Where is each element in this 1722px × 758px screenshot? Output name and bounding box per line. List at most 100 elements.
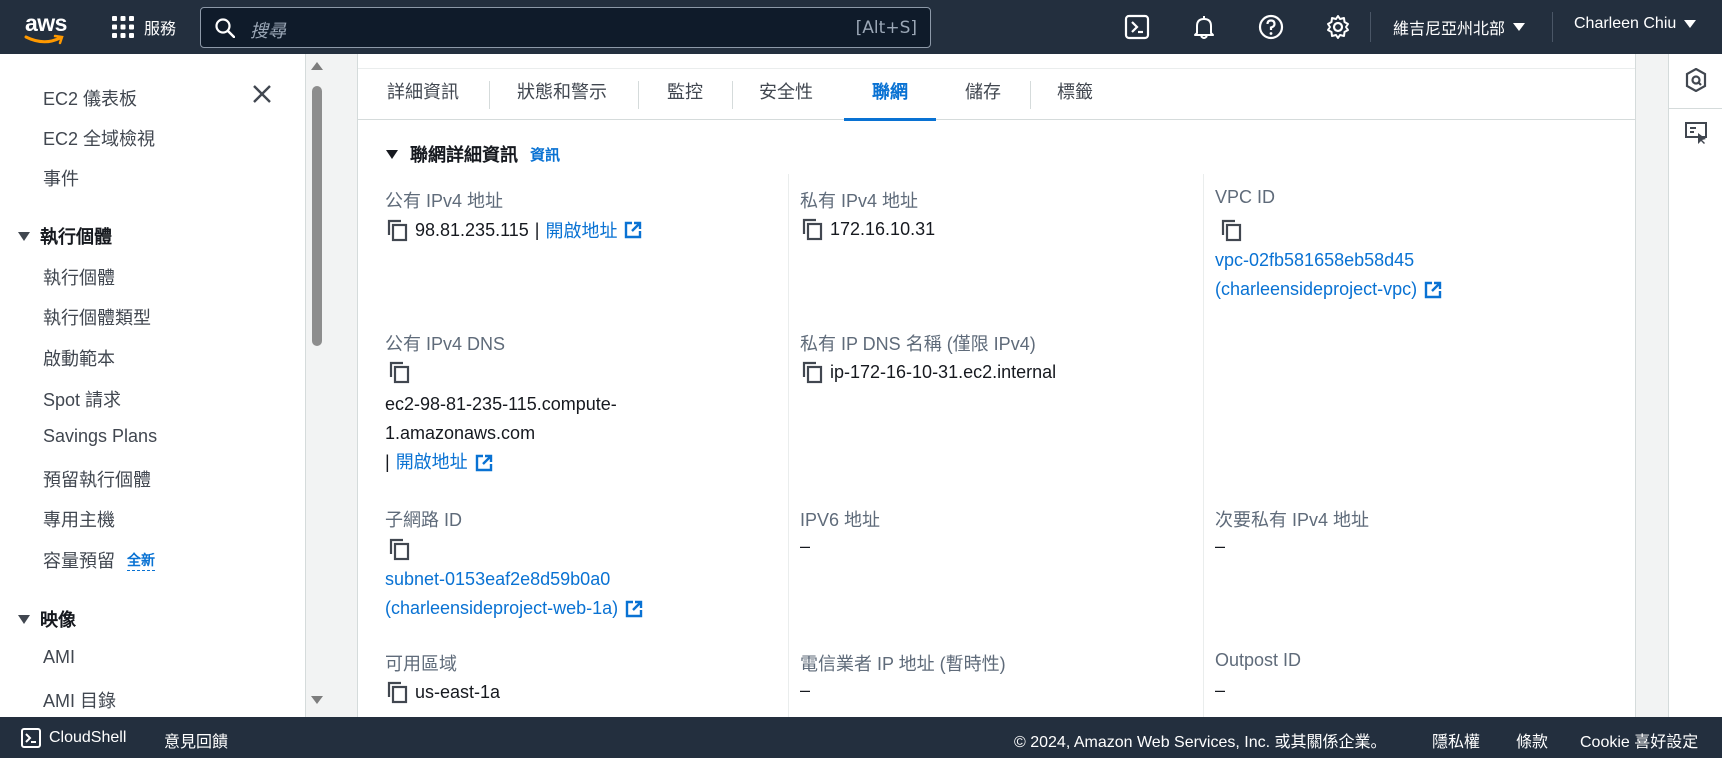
- section-title: 映像: [40, 610, 76, 630]
- tab-storage[interactable]: 儲存: [965, 69, 1001, 121]
- tab-status-alarms[interactable]: 狀態和警示: [517, 69, 607, 121]
- vpc-id-value: vpc-02fb581658eb58d45: [1215, 250, 1415, 270]
- sidebar-section-images[interactable]: 映像: [18, 606, 76, 632]
- separator: |: [534, 219, 540, 240]
- section-title: 執行個體: [40, 227, 112, 247]
- nav-divider: [1370, 12, 1371, 42]
- sidebar-item-dedicated-hosts[interactable]: 專用主機: [43, 506, 115, 532]
- scroll-up-icon[interactable]: [311, 62, 323, 70]
- bell-icon[interactable]: [1191, 14, 1217, 40]
- copyright-text: © 2024, Amazon Web Services, Inc. 或其關係企業…: [1014, 734, 1387, 751]
- availability-zone-value: us-east-1a: [385, 680, 500, 704]
- secondary-private-ipv4-label: 次要私有 IPv4 地址: [1215, 510, 1370, 530]
- private-ipv4-label: 私有 IPv4 地址: [800, 191, 919, 211]
- vpc-name-value: (charleensideproject-vpc): [1215, 279, 1418, 299]
- close-icon[interactable]: [252, 84, 272, 104]
- hexagon-icon[interactable]: [1685, 68, 1707, 92]
- search-icon: [215, 18, 235, 38]
- search-placeholder: 搜尋: [250, 21, 286, 42]
- private-dns-value: ip-172-16-10-31.ec2.internal: [800, 360, 1056, 384]
- new-badge: 全新: [127, 550, 155, 571]
- sidebar-scrollbar[interactable]: [306, 54, 328, 717]
- services-label: 服務: [144, 19, 177, 38]
- scroll-down-icon[interactable]: [311, 696, 323, 704]
- services-menu-button[interactable]: 服務: [112, 13, 176, 41]
- tab-security[interactable]: 安全性: [759, 69, 813, 121]
- external-link-icon[interactable]: [474, 453, 494, 473]
- tab-divider: [638, 81, 639, 109]
- sidebar-item-ec2-dashboard[interactable]: EC2 儀表板: [43, 85, 137, 111]
- public-ipv4-value: 98.81.235.115 | 開啟地址: [385, 217, 643, 243]
- external-link-icon[interactable]: [1423, 280, 1443, 300]
- sidebar-item-events[interactable]: 事件: [43, 165, 79, 191]
- carrier-ip-label: 電信業者 IP 地址 (暫時性): [800, 654, 1006, 674]
- cloudshell-button[interactable]: CloudShell: [21, 728, 126, 748]
- public-dns-label: 公有 IPv4 DNS: [385, 334, 506, 354]
- carrier-ip-value: –: [800, 680, 811, 700]
- user-menu[interactable]: Charleen Chiu: [1574, 15, 1697, 33]
- section-title: 聯網詳細資訊: [410, 145, 518, 165]
- copy-icon[interactable]: [800, 360, 824, 384]
- subnet-id-link[interactable]: subnet-0153eaf2e8d59b0a0 (charleensidepr…: [385, 565, 644, 623]
- sidebar-item-reserved-instances[interactable]: 預留執行個體: [43, 466, 151, 492]
- availability-zone: us-east-1a: [415, 681, 501, 702]
- sidebar-item-ami[interactable]: AMI: [43, 647, 75, 668]
- sidebar-section-instances[interactable]: 執行個體: [18, 223, 112, 249]
- tab-tags[interactable]: 標籤: [1057, 69, 1093, 121]
- outpost-id-value: –: [1215, 680, 1226, 700]
- private-dns-label: 私有 IP DNS 名稱 (僅限 IPv4): [800, 334, 1036, 354]
- caret-down-icon: [1513, 23, 1526, 31]
- copy-icon[interactable]: [387, 360, 411, 384]
- sidebar-item-spot-requests[interactable]: Spot 請求: [43, 386, 121, 412]
- sidebar: EC2 儀表板 EC2 全域檢視 事件 執行個體 執行個體 執行個體類型 啟動範…: [0, 54, 306, 717]
- column-divider: [1203, 174, 1204, 717]
- open-address-link[interactable]: 開啟地址: [396, 448, 468, 477]
- public-dns-value: ec2-98-81-235-115.compute- 1.amazonaws.c…: [385, 390, 617, 477]
- copy-icon[interactable]: [1219, 218, 1243, 242]
- open-address-link[interactable]: 開啟地址: [545, 217, 617, 243]
- region-selector[interactable]: 維吉尼亞州北部: [1393, 15, 1526, 39]
- grid-icon: [112, 16, 134, 38]
- column-divider: [788, 174, 789, 717]
- sidebar-item-global-view[interactable]: EC2 全域檢視: [43, 125, 155, 151]
- top-navigation: aws 服務 搜尋 [Alt+S] 維吉尼亞州北部 Charleen Chiu: [0, 0, 1722, 54]
- copy-icon[interactable]: [800, 217, 824, 241]
- sidebar-item-instances[interactable]: 執行個體: [43, 264, 115, 290]
- copy-icon[interactable]: [387, 537, 411, 561]
- tab-networking[interactable]: 聯網: [844, 69, 936, 121]
- aws-logo[interactable]: aws: [24, 10, 68, 45]
- nav-divider: [1552, 12, 1553, 42]
- public-dns-line: 1.amazonaws.com: [385, 423, 536, 443]
- scroll-thumb[interactable]: [312, 86, 322, 346]
- sidebar-item-instance-types[interactable]: 執行個體類型: [43, 304, 151, 330]
- subnet-id-value: subnet-0153eaf2e8d59b0a0: [385, 569, 611, 589]
- vpc-id-link[interactable]: vpc-02fb581658eb58d45 (charleensideproje…: [1215, 246, 1443, 304]
- sidebar-item-savings-plans[interactable]: Savings Plans: [43, 426, 157, 447]
- privacy-link[interactable]: 隱私權: [1432, 728, 1480, 752]
- screen-help-icon[interactable]: [1684, 121, 1708, 145]
- cookie-preferences-link[interactable]: Cookie 喜好設定: [1580, 728, 1698, 752]
- external-link-icon[interactable]: [624, 599, 644, 619]
- user-name: Charleen Chiu: [1574, 15, 1677, 32]
- terms-link[interactable]: 條款: [1516, 728, 1548, 752]
- search-input[interactable]: 搜尋 [Alt+S]: [200, 7, 931, 48]
- networking-details-header[interactable]: 聯網詳細資訊 資訊: [386, 141, 560, 167]
- external-link-icon[interactable]: [623, 220, 643, 240]
- public-dns-line: ec2-98-81-235-115.compute-: [385, 394, 617, 414]
- cloudshell-icon[interactable]: [1124, 14, 1150, 40]
- private-dns-name: ip-172-16-10-31.ec2.internal: [830, 361, 1057, 382]
- feedback-link[interactable]: 意見回饋: [164, 728, 228, 752]
- sidebar-item-ami-catalog[interactable]: AMI 目錄: [43, 687, 116, 713]
- help-icon[interactable]: [1258, 14, 1284, 40]
- copy-icon[interactable]: [385, 680, 409, 704]
- info-link[interactable]: 資訊: [530, 144, 560, 165]
- sidebar-item-capacity-reservations[interactable]: 容量預留 全新: [43, 547, 155, 573]
- tab-bar: 詳細資訊 狀態和警示 監控 安全性 聯網 儲存 標籤: [358, 68, 1635, 121]
- sidebar-item-launch-templates[interactable]: 啟動範本: [43, 345, 115, 371]
- settings-icon[interactable]: [1325, 14, 1351, 40]
- tab-divider: [489, 81, 490, 109]
- aws-logo-text: aws: [25, 10, 67, 36]
- tab-details[interactable]: 詳細資訊: [387, 69, 459, 121]
- tab-monitoring[interactable]: 監控: [667, 69, 703, 121]
- copy-icon[interactable]: [385, 218, 409, 242]
